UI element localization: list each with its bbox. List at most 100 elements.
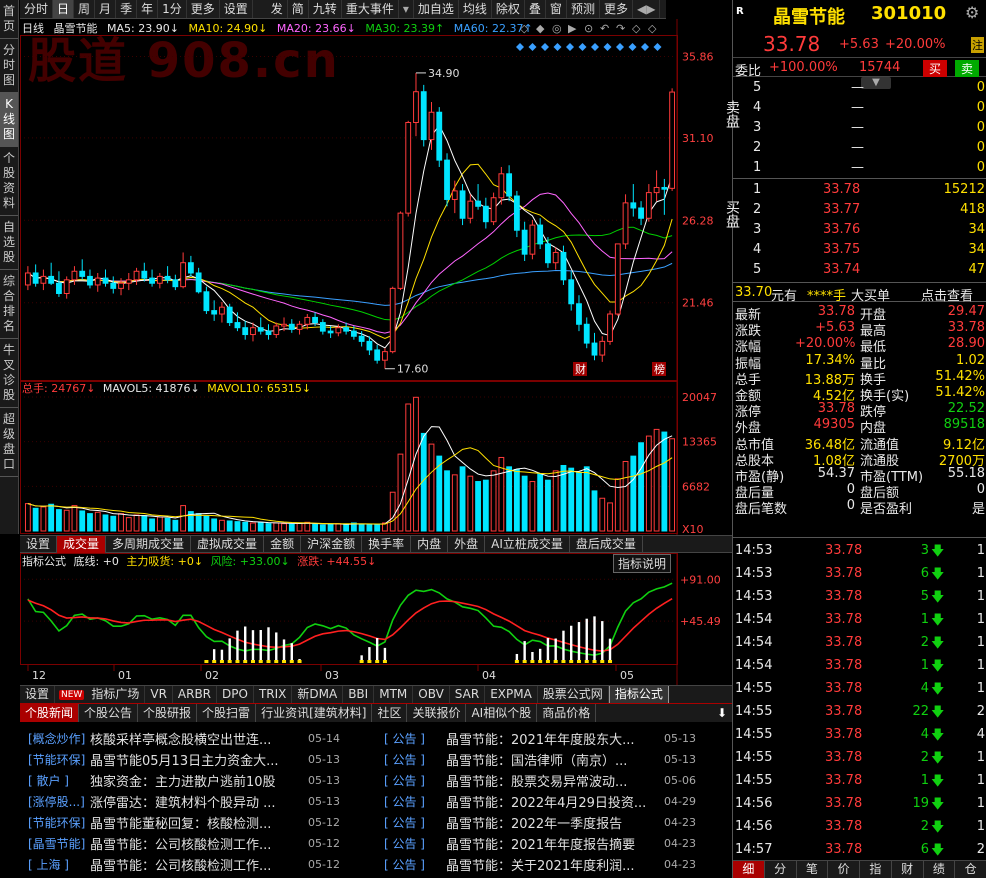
- news-item[interactable]: [ 上海 ] 晶雪节能：公司核酸检测工作... 05-12: [28, 854, 376, 875]
- left-tab-5[interactable]: 综合排名: [0, 270, 18, 339]
- toolbar-item-18[interactable]: 预测: [567, 0, 600, 18]
- toolbar-item-15[interactable]: 除权: [492, 0, 525, 18]
- formula-tab-2[interactable]: 指标广场: [86, 686, 146, 703]
- volume-bar: [48, 503, 55, 532]
- news-tab-4[interactable]: 行业资讯[建筑材料]: [256, 704, 373, 722]
- news-tab-7[interactable]: AI相似个股: [466, 704, 538, 722]
- left-tab-4[interactable]: 自选股: [0, 216, 18, 270]
- formula-tab-13[interactable]: 股票公式网: [538, 686, 609, 703]
- left-tab-3[interactable]: 个股资料: [0, 147, 18, 216]
- left-tab-2[interactable]: K线图: [0, 93, 18, 147]
- volume-subtab-8[interactable]: 外盘: [448, 535, 486, 553]
- detail-tab-1[interactable]: 分: [765, 861, 797, 878]
- toolbar-item-1[interactable]: 日: [53, 0, 75, 18]
- toolbar-item-19[interactable]: 更多: [600, 0, 633, 18]
- formula-tab-7[interactable]: 新DMA: [292, 686, 344, 703]
- news-item[interactable]: [概念炒作] 核酸采样亭概念股横空出世连... 05-14: [28, 728, 376, 749]
- toolbar-item-9[interactable]: 发: [267, 0, 288, 18]
- toolbar-item-0[interactable]: 分时: [20, 0, 54, 18]
- formula-tab-8[interactable]: BBI: [343, 686, 375, 703]
- sell-button[interactable]: 卖: [955, 60, 980, 77]
- toolbar-item-10[interactable]: 简: [288, 0, 309, 18]
- tick-time: 14:56: [735, 796, 773, 811]
- news-item[interactable]: [ 公告 ] 晶雪节能：关于2021年度利润... 04-23: [384, 854, 732, 875]
- news-item[interactable]: [ 公告 ] 晶雪节能：2022年4月29日投资... 04-29: [384, 791, 732, 812]
- toolbar-item-17[interactable]: 窗: [546, 0, 567, 18]
- detail-tab-3[interactable]: 价: [828, 861, 860, 878]
- news-item[interactable]: [节能环保] 晶雪节能董秘回复：核酸检测... 05-12: [28, 812, 376, 833]
- news-item[interactable]: [ 公告 ] 晶雪节能：2022年一季度报告 04-23: [384, 812, 732, 833]
- news-item[interactable]: [节能环保] 晶雪节能05月13日主力资金大... 05-13: [28, 749, 376, 770]
- toolbar-item-8[interactable]: 设置: [220, 0, 253, 18]
- toolbar-item-16[interactable]: 叠: [525, 0, 546, 18]
- volume-subtab-0[interactable]: 设置: [20, 535, 58, 553]
- formula-tab-5[interactable]: DPO: [217, 686, 254, 703]
- toolbar-item-5[interactable]: 年: [137, 0, 159, 18]
- toolbar-item-12[interactable]: 重大事件: [342, 0, 399, 18]
- formula-tab-6[interactable]: TRIX: [254, 686, 293, 703]
- toolbar-item-3[interactable]: 月: [95, 0, 117, 18]
- formula-tab-4[interactable]: ARBR: [173, 686, 218, 703]
- volume-subtab-9[interactable]: AI立桩成交量: [485, 535, 570, 553]
- detail-tab-5[interactable]: 财: [892, 861, 924, 878]
- volume-subtab-6[interactable]: 换手率: [362, 535, 412, 553]
- news-tab-3[interactable]: 个股扫雷: [197, 704, 257, 722]
- toolbar-dropdown-icon[interactable]: ▾: [399, 0, 414, 18]
- toolbar-item-2[interactable]: 周: [74, 0, 96, 18]
- toolbar-item-14[interactable]: 均线: [459, 0, 492, 18]
- detail-tab-0[interactable]: 细: [733, 861, 765, 878]
- news-item[interactable]: [ 公告 ] 晶雪节能：股票交易异常波动... 05-06: [384, 770, 732, 791]
- tick-count: 1: [976, 796, 985, 811]
- download-icon[interactable]: ⬇: [712, 704, 732, 722]
- gear-icon[interactable]: ⚙: [965, 3, 979, 22]
- candle-body: [622, 202, 629, 245]
- left-tab-6[interactable]: 牛叉诊股: [0, 339, 18, 408]
- indicator-explain-button[interactable]: 指标说明: [613, 554, 672, 573]
- toolbar-nav-icon[interactable]: ◀▶: [633, 0, 661, 18]
- volume-subtab-7[interactable]: 内盘: [411, 535, 449, 553]
- toolbar-item-13[interactable]: 加自选: [414, 0, 459, 18]
- left-tab-7[interactable]: 超级盘口: [0, 408, 18, 477]
- detail-tab-4[interactable]: 指: [860, 861, 892, 878]
- detail-tab-2[interactable]: 笔: [797, 861, 829, 878]
- toolbar-item-7[interactable]: 更多: [187, 0, 220, 18]
- left-tab-1[interactable]: 分时图: [0, 39, 18, 93]
- toolbar-item-6[interactable]: 1分: [158, 0, 187, 18]
- formula-tab-12[interactable]: EXPMA: [485, 686, 538, 703]
- volume-subtab-3[interactable]: 虚拟成交量: [191, 535, 265, 553]
- news-tab-8[interactable]: 商品价格: [537, 704, 597, 722]
- indicator-panel[interactable]: +91.00 +45.49 12 01 02 03 04 05 指标公式 底线: +0 主力吸…: [20, 553, 732, 685]
- toolbar-item-4[interactable]: 季: [116, 0, 138, 18]
- volume-subtab-10[interactable]: 盘后成交量: [570, 535, 643, 553]
- kline-chart-area[interactable]: 股道 908.cn 35.86 31.10 26.28 21.46 34.90 17.60…: [20, 19, 732, 535]
- news-item[interactable]: [涨停股...] 涨停雷达：建筑材料个股异动 ... 05-13: [28, 791, 376, 812]
- big-order-link[interactable]: 点击查看: [921, 285, 973, 304]
- formula-tab-10[interactable]: OBV: [413, 686, 450, 703]
- news-item[interactable]: [晶雪节能] 晶雪节能：公司核酸检测工作... 05-12: [28, 833, 376, 854]
- news-tab-2[interactable]: 个股研报: [138, 704, 198, 722]
- buy-button[interactable]: 买: [923, 60, 948, 77]
- volume-subtab-1[interactable]: 成交量: [57, 535, 107, 553]
- news-item[interactable]: [ 散户 ] 独家资金：主力进散户逃前10股 05-13: [28, 770, 376, 791]
- formula-tab-11[interactable]: SAR: [450, 686, 486, 703]
- formula-tab-0[interactable]: 设置: [20, 686, 56, 703]
- news-item[interactable]: [ 公告 ] 晶雪节能：2021年年度股东大... 05-13: [384, 728, 732, 749]
- candle-body: [273, 325, 280, 336]
- volume-subtab-5[interactable]: 沪深金额: [301, 535, 363, 553]
- news-item[interactable]: [ 公告 ] 晶雪节能：国浩律师（南京）... 05-13: [384, 749, 732, 770]
- news-tab-1[interactable]: 个股公告: [79, 704, 139, 722]
- volume-subtab-2[interactable]: 多周期成交量: [106, 535, 192, 553]
- formula-tab-14[interactable]: 指标公式: [608, 686, 669, 703]
- formula-tab-9[interactable]: MTM: [374, 686, 414, 703]
- volume-subtab-4[interactable]: 金额: [264, 535, 302, 553]
- news-tab-5[interactable]: 社区: [372, 704, 408, 722]
- detail-tab-6[interactable]: 绩: [924, 861, 956, 878]
- formula-tab-3[interactable]: VR: [145, 686, 173, 703]
- kline-chart[interactable]: 35.86 31.10 26.28 21.46 34.90 17.60 财 榜 ◇ ◆ ◎ ▶ ⊙ ↶ ↷ ◇…: [20, 19, 732, 535]
- toolbar-item-11[interactable]: 九转: [309, 0, 342, 18]
- news-tab-6[interactable]: 关联报价: [407, 704, 467, 722]
- left-tab-0[interactable]: 首页: [0, 0, 18, 39]
- detail-tab-7[interactable]: 仓: [955, 861, 986, 878]
- news-item[interactable]: [ 公告 ] 晶雪节能：2021年年度报告摘要 04-23: [384, 833, 732, 854]
- news-tab-0[interactable]: 个股新闻: [20, 704, 80, 722]
